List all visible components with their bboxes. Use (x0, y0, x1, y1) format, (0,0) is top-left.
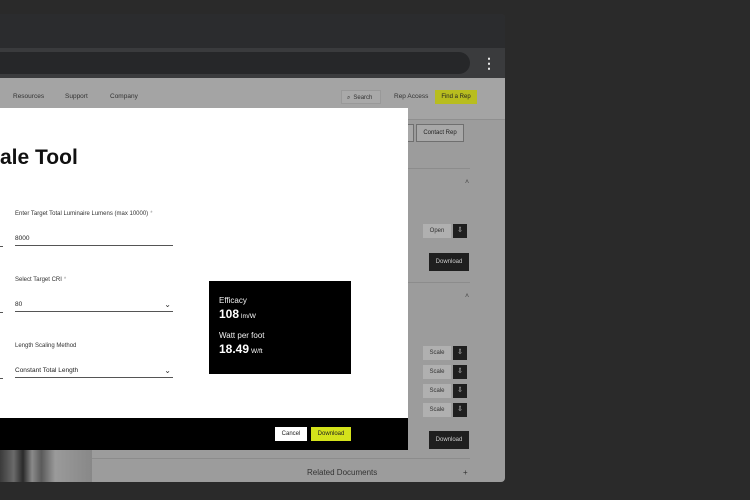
adjacent-field-edge (0, 312, 3, 313)
download-button[interactable]: Download (429, 253, 469, 271)
lumens-input[interactable]: 8000 (15, 232, 173, 246)
download-icon[interactable]: ⇩ (453, 365, 467, 379)
scale-button[interactable]: Scale (423, 365, 451, 379)
scale-button[interactable]: Scale (423, 346, 451, 360)
length-scaling-select[interactable]: Constant Total Length ⌄ (15, 364, 173, 378)
nav-resources[interactable]: Resources (13, 93, 44, 100)
chevron-down-icon: ⌄ (164, 300, 171, 309)
search-label: Search (353, 95, 373, 101)
results-panel: Efficacy 108 lm/W Watt per foot 18.49 W/ft (209, 281, 351, 374)
length-scaling-label: Length Scaling Method (15, 343, 77, 349)
search-icon: ⌕ (347, 95, 351, 101)
download-button[interactable]: Download (429, 431, 469, 449)
product-photo (0, 450, 92, 482)
modal-title: ale Tool (0, 146, 78, 169)
related-documents-heading[interactable]: Related Documents (307, 468, 377, 477)
scale-button[interactable]: Scale (423, 384, 451, 398)
efficacy-value: 108 lm/W (219, 307, 256, 321)
browser-toolbar: ⋮ (0, 48, 505, 78)
divider (408, 168, 470, 169)
search-button[interactable]: ⌕ Search (341, 90, 382, 104)
download-icon[interactable]: ⇩ (453, 384, 467, 398)
cri-select[interactable]: 80 ⌄ (15, 298, 173, 312)
find-rep-button[interactable]: Find a Rep (435, 90, 477, 104)
lumens-label: Enter Target Total Luminaire Lumens (max… (15, 211, 153, 217)
download-icon[interactable]: ⇩ (453, 224, 467, 238)
modal-download-button[interactable]: Download (311, 427, 351, 441)
chevron-down-icon: ⌄ (164, 366, 171, 375)
rep-access-link[interactable]: Rep Access (390, 90, 432, 104)
nav-support[interactable]: Support (65, 93, 88, 100)
scale-button[interactable]: Scale (423, 403, 451, 417)
cri-label: Select Target CRI * (15, 277, 67, 283)
watt-per-foot-label: Watt per foot (219, 331, 265, 340)
divider (92, 458, 470, 459)
download-icon[interactable]: ⇩ (453, 346, 467, 360)
divider (408, 282, 470, 283)
contact-rep-button[interactable]: Contact Rep (416, 124, 464, 142)
chevron-up-icon[interactable]: ˄ (465, 293, 469, 300)
open-button[interactable]: Open (423, 224, 451, 238)
address-bar[interactable] (0, 52, 470, 74)
cancel-button[interactable]: Cancel (275, 427, 307, 441)
nav-company[interactable]: Company (110, 93, 138, 100)
adjacent-field-edge (0, 246, 3, 247)
kebab-menu-icon[interactable]: ⋮ (482, 55, 496, 71)
tab-bar (0, 14, 505, 48)
efficacy-label: Efficacy (219, 296, 247, 305)
watt-per-foot-value: 18.49 W/ft (219, 342, 263, 356)
download-icon[interactable]: ⇩ (453, 403, 467, 417)
expand-plus-icon[interactable]: + (463, 468, 468, 477)
adjacent-field-edge (0, 378, 3, 379)
chevron-up-icon[interactable]: ˄ (465, 179, 469, 186)
